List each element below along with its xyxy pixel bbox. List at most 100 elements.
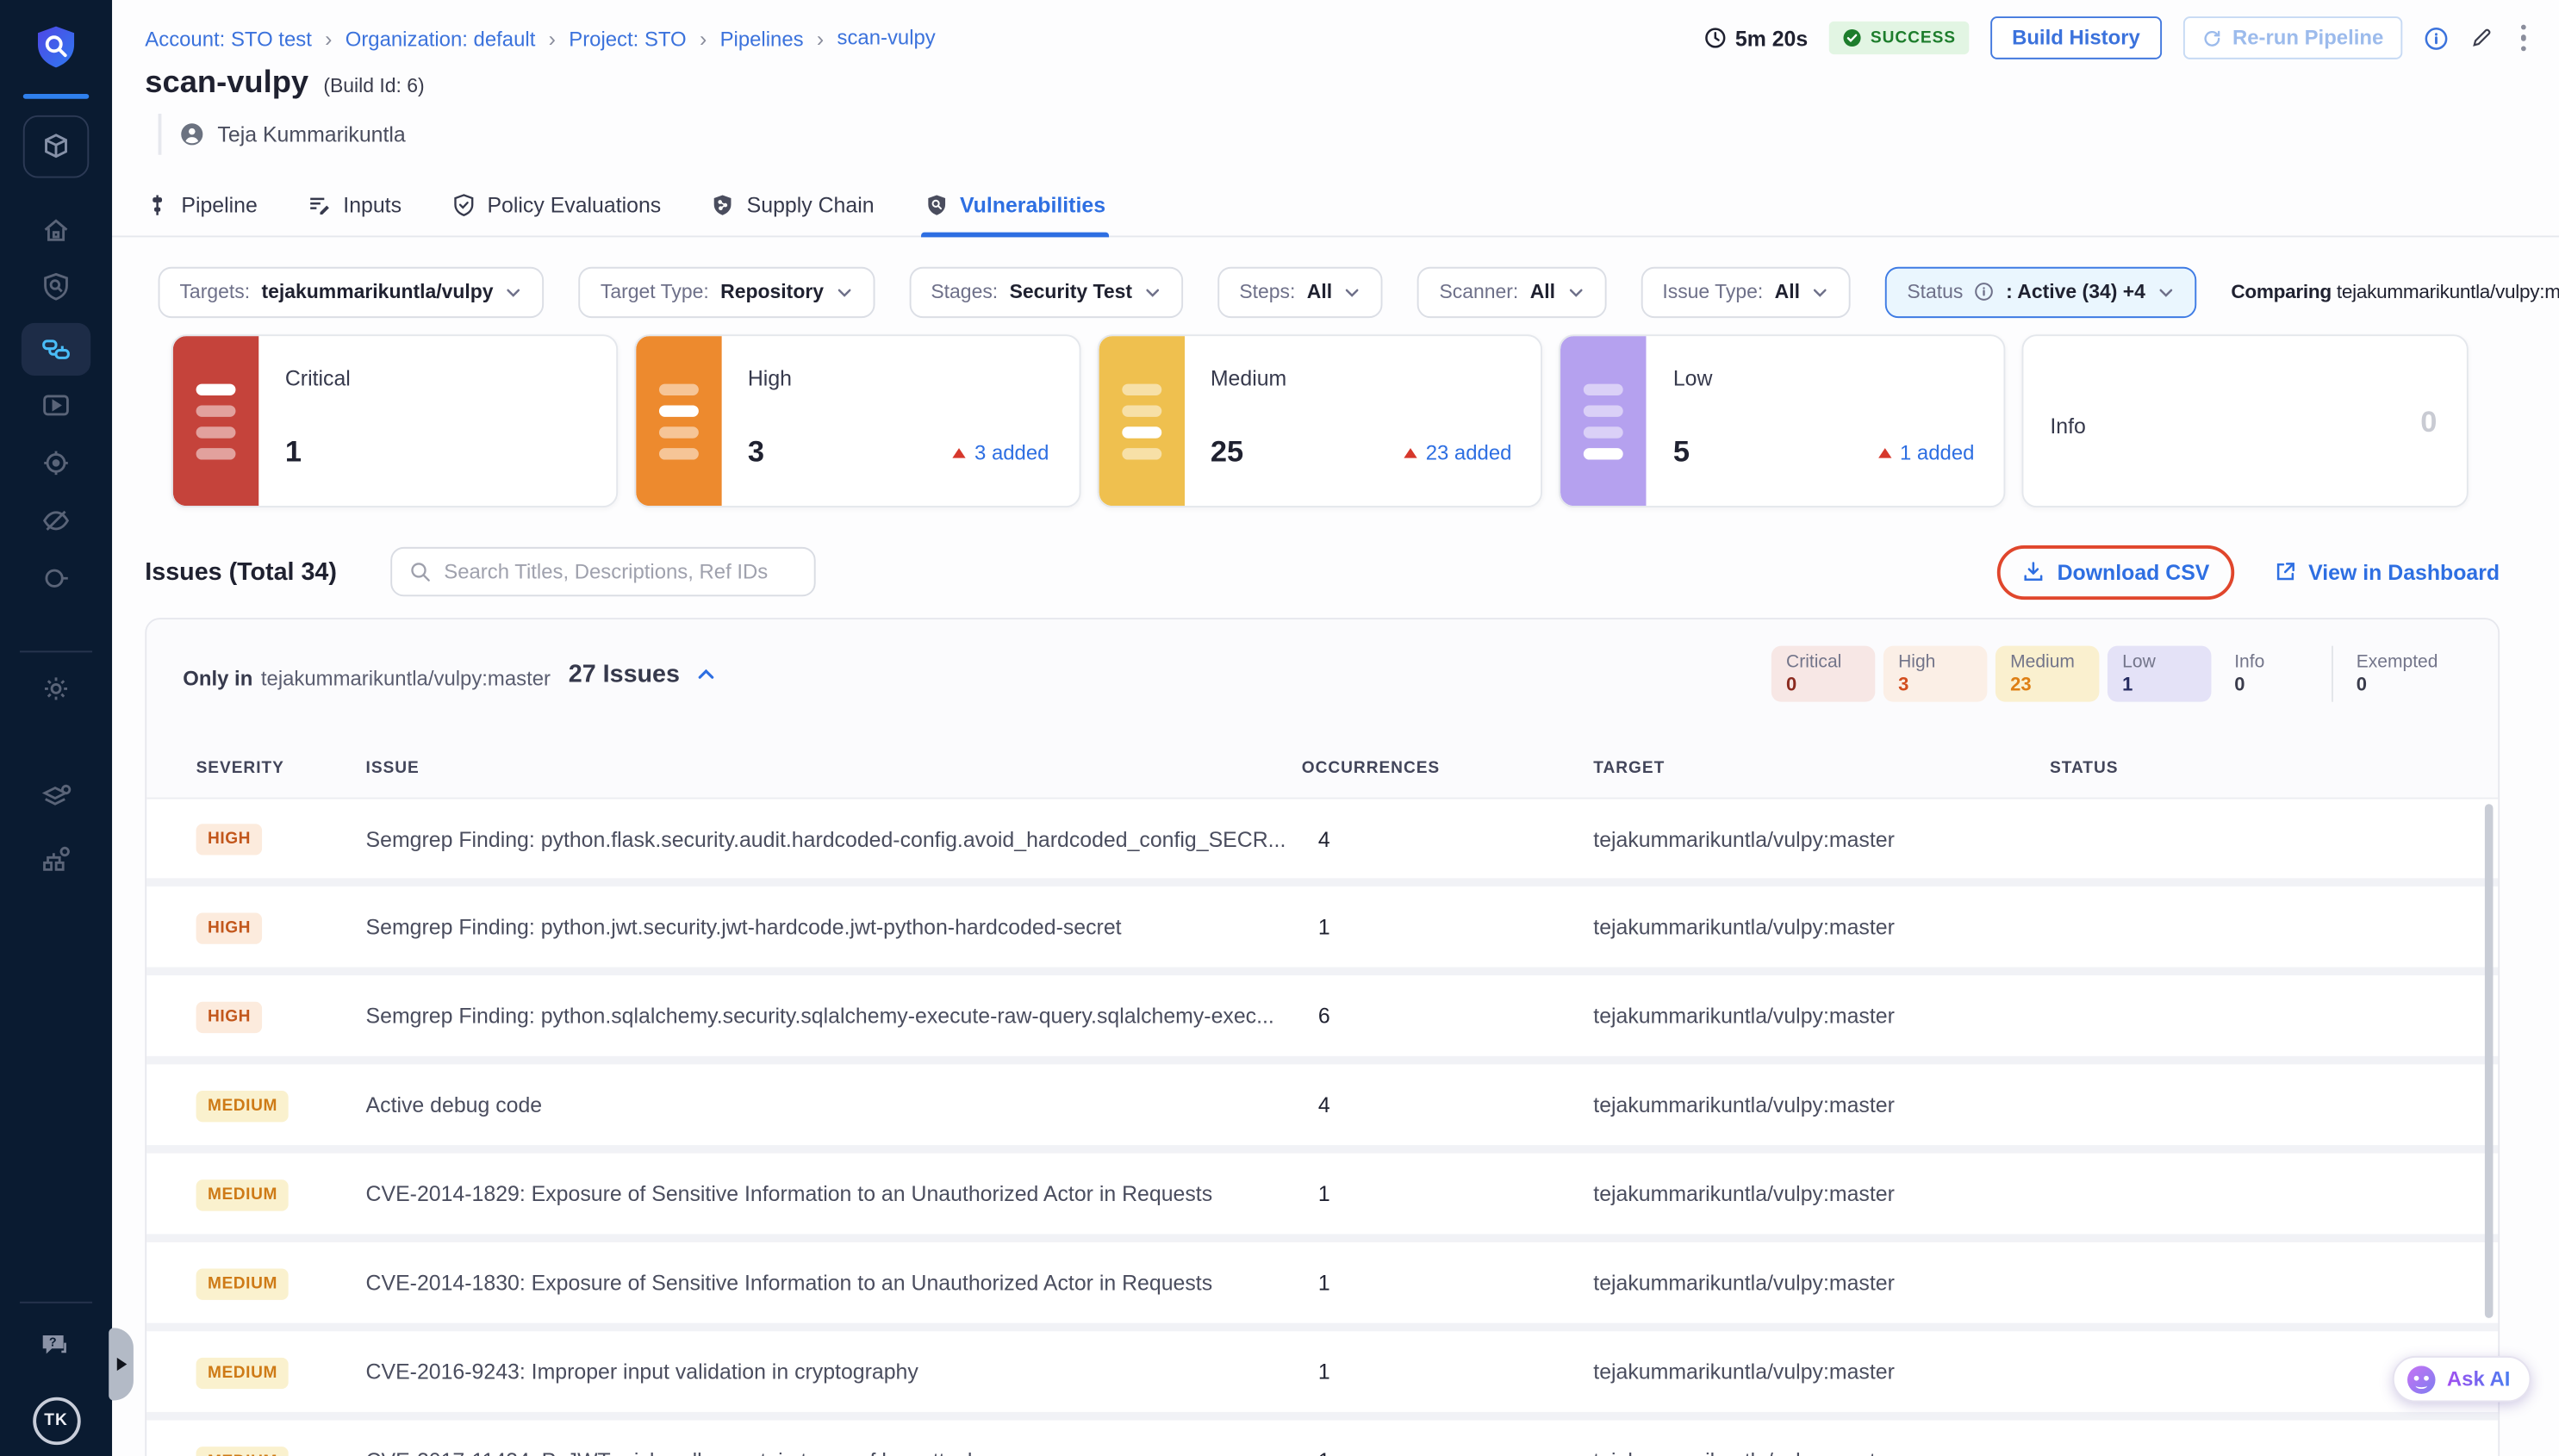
sidebar-item-help-chat[interactable]: ? (0, 1328, 112, 1364)
inputs-icon (307, 193, 332, 218)
sidebar-item-exemptions[interactable] (0, 504, 112, 537)
info-icon[interactable] (2423, 26, 2448, 51)
added-link[interactable]: 1 added (1878, 442, 1974, 465)
sidebar-item-default-settings[interactable] (0, 781, 112, 815)
filter-scanner[interactable]: Scanner: All (1418, 266, 1607, 317)
breadcrumb-organization[interactable]: Organization: default (346, 26, 570, 51)
sidebar-item-home[interactable] (0, 215, 112, 247)
severity-badge: MEDIUM (196, 1357, 290, 1388)
severity-card-low[interactable]: Low 5 1 added (1560, 334, 2006, 507)
pipeline-icon (145, 193, 170, 218)
issues-search[interactable] (391, 547, 816, 596)
search-icon (409, 560, 433, 583)
build-author: Teja Kummarikuntla (217, 122, 405, 147)
chip-label: Info (2234, 652, 2308, 672)
user-avatar[interactable]: TK (0, 1397, 112, 1445)
occurrences: 4 (1302, 826, 1593, 851)
tab-label: Pipeline (181, 193, 257, 218)
chip-label: Low (2122, 652, 2196, 672)
table-row[interactable]: MEDIUM CVE-2014-1830: Exposure of Sensit… (146, 1242, 2498, 1323)
sidebar-item-module-selector[interactable] (0, 115, 112, 178)
table-row[interactable]: HIGH Semgrep Finding: python.sqlalchemy.… (146, 975, 2498, 1056)
breadcrumb-account[interactable]: Account: STO test (145, 26, 345, 51)
severity-card-info[interactable]: Info 0 (2022, 334, 2469, 507)
severity-badge: HIGH (196, 824, 263, 855)
sidebar-item-token[interactable] (0, 562, 112, 594)
high-band-icon (636, 336, 721, 506)
chevron-down-icon (1344, 283, 1362, 301)
added-link[interactable]: 3 added (953, 442, 1049, 465)
filter-target-type[interactable]: Target Type: Repository (579, 266, 875, 317)
filter-targets[interactable]: Targets: tejakummarikuntla/vulpy (159, 266, 545, 317)
card-label: High (748, 366, 792, 391)
sidebar-item-settings[interactable] (0, 672, 112, 705)
sidebar-item-org-settings[interactable] (0, 842, 112, 876)
left-nav-sidebar: ? TK (0, 0, 112, 1456)
rerun-label: Re-run Pipeline (2232, 27, 2383, 50)
chip-critical: Critical 0 (1771, 646, 1875, 702)
card-count: 3 (748, 435, 764, 470)
chip-exempted: Exempted 0 (2332, 646, 2456, 702)
occurrences: 1 (1302, 1270, 1593, 1295)
rerun-pipeline-button[interactable]: Re-run Pipeline (2183, 16, 2402, 59)
tab-supply-chain[interactable]: Supply Chain (711, 174, 875, 237)
filter-label: Steps: (1239, 280, 1295, 303)
target: tejakummarikuntla/vulpy:master (1593, 1360, 2050, 1384)
table-row[interactable]: MEDIUM Active debug code 4 tejakummariku… (146, 1064, 2498, 1145)
chevron-down-icon (1811, 283, 1829, 301)
occurrences: 1 (1302, 914, 1593, 939)
table-row[interactable]: HIGH Semgrep Finding: python.jwt.securit… (146, 887, 2498, 968)
group-issue-count[interactable]: 27 Issues (569, 661, 716, 689)
filter-steps[interactable]: Steps: All (1217, 266, 1383, 317)
table-row[interactable]: MEDIUM CVE-2014-1829: Exposure of Sensit… (146, 1154, 2498, 1235)
build-history-button[interactable]: Build History (1990, 16, 2162, 59)
breadcrumb-project[interactable]: Project: STO (569, 26, 719, 51)
severity-card-critical[interactable]: Critical 1 (171, 334, 618, 507)
triangle-up-icon (953, 448, 966, 457)
breadcrumb-pipelines[interactable]: Pipelines (720, 26, 837, 51)
severity-card-medium[interactable]: Medium 25 23 added (1097, 334, 1543, 507)
ask-ai-button[interactable]: Ask AI (2393, 1356, 2532, 1403)
hierarchy-gear-icon (39, 842, 73, 876)
search-input[interactable] (444, 560, 798, 583)
sidebar-item-scans[interactable] (0, 271, 112, 303)
download-csv-button[interactable]: Download CSV (2022, 559, 2209, 584)
card-count: 1 (285, 435, 302, 470)
table-scrollbar[interactable] (2485, 804, 2494, 1318)
sidebar-collapse-handle[interactable] (109, 1328, 134, 1400)
filter-issue-type[interactable]: Issue Type: All (1641, 266, 1851, 317)
low-band-icon (1561, 336, 1647, 506)
tab-inputs[interactable]: Inputs (307, 174, 402, 237)
col-issue: ISSUE (366, 759, 1302, 777)
medium-band-icon (1099, 336, 1184, 506)
tab-vulnerabilities[interactable]: Vulnerabilities (924, 174, 1105, 237)
edit-pencil-icon[interactable] (2469, 27, 2493, 50)
tab-pipeline[interactable]: Pipeline (145, 174, 258, 237)
filter-status[interactable]: Status : Active (34) +4 (1885, 266, 2196, 317)
issue-title: CVE-2014-1830: Exposure of Sensitive Inf… (366, 1270, 1302, 1295)
download-label: Download CSV (2058, 559, 2210, 584)
sidebar-item-pipelines[interactable] (0, 323, 112, 376)
table-row[interactable]: MEDIUM CVE-2016-9243: Improper input val… (146, 1331, 2498, 1412)
severity-card-high[interactable]: High 3 3 added (634, 334, 1080, 507)
chevron-down-icon (2157, 283, 2175, 301)
table-row[interactable]: HIGH Semgrep Finding: python.flask.secur… (146, 798, 2498, 879)
occurrences: 1 (1302, 1360, 1593, 1384)
filter-stages[interactable]: Stages: Security Test (909, 266, 1183, 317)
ask-ai-label: Ask AI (2447, 1367, 2511, 1391)
build-id: (Build Id: 6) (323, 74, 424, 97)
view-in-dashboard-button[interactable]: View in Dashboard (2274, 559, 2500, 584)
added-link[interactable]: 23 added (1404, 442, 1512, 465)
more-options-menu-icon[interactable] (2513, 21, 2532, 54)
sidebar-item-executions[interactable] (0, 389, 112, 421)
policy-shield-icon (451, 193, 476, 218)
filter-label: Target Type: (601, 280, 709, 303)
red-annotation-highlight: Download CSV (1998, 544, 2234, 599)
tab-policy-evaluations[interactable]: Policy Evaluations (451, 174, 661, 237)
sidebar-item-targets[interactable] (0, 446, 112, 479)
token-ring-icon (40, 562, 72, 594)
table-row[interactable]: MEDIUM CVE-2017-11424: PyJWT mishandles … (146, 1420, 2498, 1456)
filters-row: Targets: tejakummarikuntla/vulpy Target … (159, 264, 2500, 320)
issues-panel: Only in tejakummarikuntla/vulpy:master 2… (145, 618, 2500, 1456)
issues-table-header: SEVERITY ISSUE OCCURRENCES TARGET STATUS (146, 738, 2498, 798)
